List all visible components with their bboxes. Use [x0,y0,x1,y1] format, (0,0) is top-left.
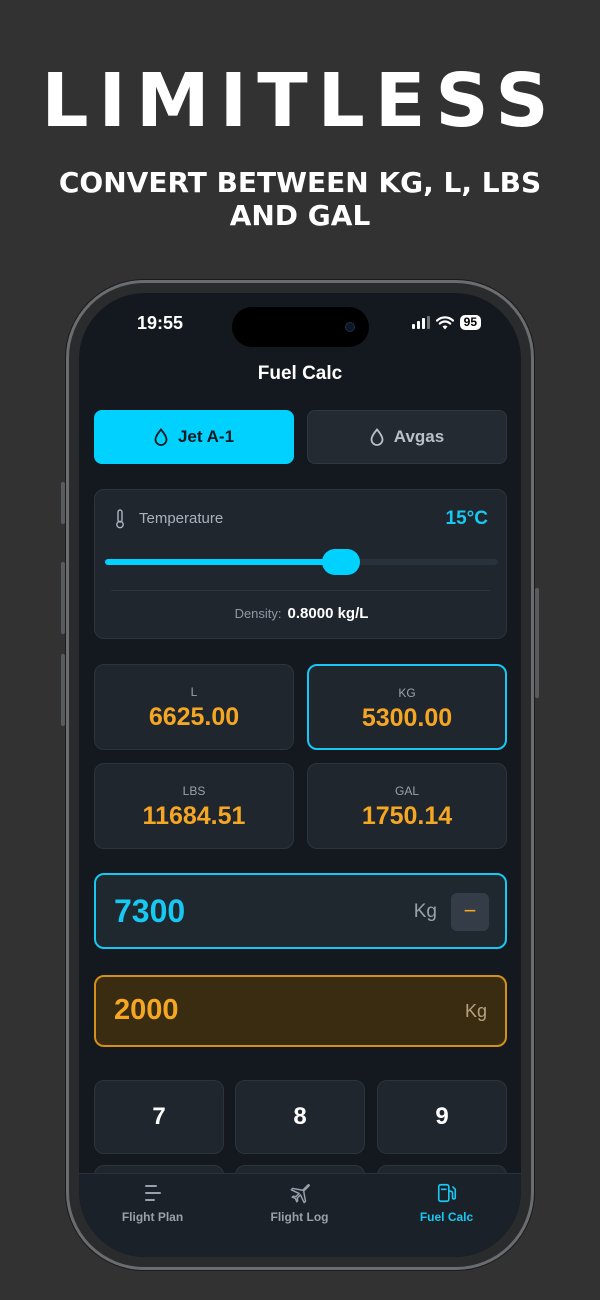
promo-subtitle: CONVERT BETWEEN KG, L, LBS AND GAL [58,166,542,232]
cellular-signal-icon [411,316,430,329]
secondary-quantity-value: 2000 [114,994,179,1026]
fuel-pump-icon [437,1183,456,1203]
camera-icon [345,322,355,332]
status-time: 19:55 [137,313,184,333]
unit-card-lbs[interactable]: LBS 11684.51 [94,763,294,849]
divider [111,590,490,591]
unit-card-gal[interactable]: GAL 1750.14 [307,763,507,849]
tab-label: Flight Plan [121,1210,184,1224]
droplet-icon [154,428,168,446]
unit-value: 1750.14 [361,802,453,830]
unit-value: 6625.00 [148,703,240,731]
density-label: Density: [234,606,282,621]
density-readout: Density: 0.8000 kg/L [95,605,508,622]
tab-fuel-calc[interactable]: Fuel Calc [373,1182,520,1224]
unit-value: 11684.51 [142,802,246,830]
temperature-slider-thumb[interactable] [321,549,360,575]
unit-card-kg[interactable]: KG 5300.00 [307,664,507,750]
density-value: 0.8000 kg/L [287,605,369,622]
list-icon [144,1185,161,1201]
bottom-tab-bar: Flight Plan Flight Log Fuel Calc [79,1173,521,1257]
temperature-value: 15°C [445,508,488,529]
unit-label: L [190,685,198,699]
wifi-icon [435,315,454,329]
fuel-type-label: Avgas [393,427,445,446]
minus-button[interactable]: − [451,893,489,931]
droplet-icon [370,428,384,446]
tab-flight-plan[interactable]: Flight Plan [79,1182,226,1224]
airplane-icon [290,1184,310,1204]
tab-label: Fuel Calc [419,1210,474,1224]
unit-card-l[interactable]: L 6625.00 [94,664,294,750]
keypad-key-9[interactable]: 9 [377,1080,507,1154]
phone-action-button [61,482,65,524]
tab-flight-log[interactable]: Flight Log [226,1182,373,1224]
fuel-type-avgas-button[interactable]: Avgas [307,410,507,464]
screen-title: Fuel Calc [257,363,343,384]
secondary-quantity-input[interactable]: 2000 Kg [94,975,507,1047]
promo-title: LIMITLESS [41,58,559,144]
unit-label: LBS [182,784,206,798]
phone-volume-up-button [61,562,65,634]
app-screen: 19:55 95 Fuel Calc Jet A-1 Avgas Tempera… [79,293,521,1257]
primary-quantity-unit: Kg [413,901,437,922]
battery-indicator: 95 [459,315,481,330]
dynamic-island [232,307,369,347]
primary-quantity-input[interactable]: 7300 Kg − [94,873,507,949]
phone-power-button [535,588,539,698]
fuel-type-label: Jet A-1 [177,427,235,446]
temperature-slider-fill [105,559,341,565]
secondary-quantity-unit: Kg [464,1001,487,1021]
unit-label: GAL [394,784,419,798]
keypad-key-8[interactable]: 8 [235,1080,365,1154]
temperature-card: Temperature 15°C Density: 0.8000 kg/L [94,489,507,639]
thermometer-icon [116,509,124,529]
temperature-label: Temperature [139,510,224,527]
unit-label: KG [398,686,416,700]
primary-quantity-value: 7300 [114,893,186,929]
phone-volume-down-button [61,654,65,726]
tab-label: Flight Log [270,1210,329,1224]
fuel-type-jet-a1-button[interactable]: Jet A-1 [94,410,294,464]
unit-value: 5300.00 [361,704,453,732]
temperature-slider[interactable] [105,549,498,575]
keypad-key-7[interactable]: 7 [94,1080,224,1154]
status-icons: 95 [411,315,481,330]
